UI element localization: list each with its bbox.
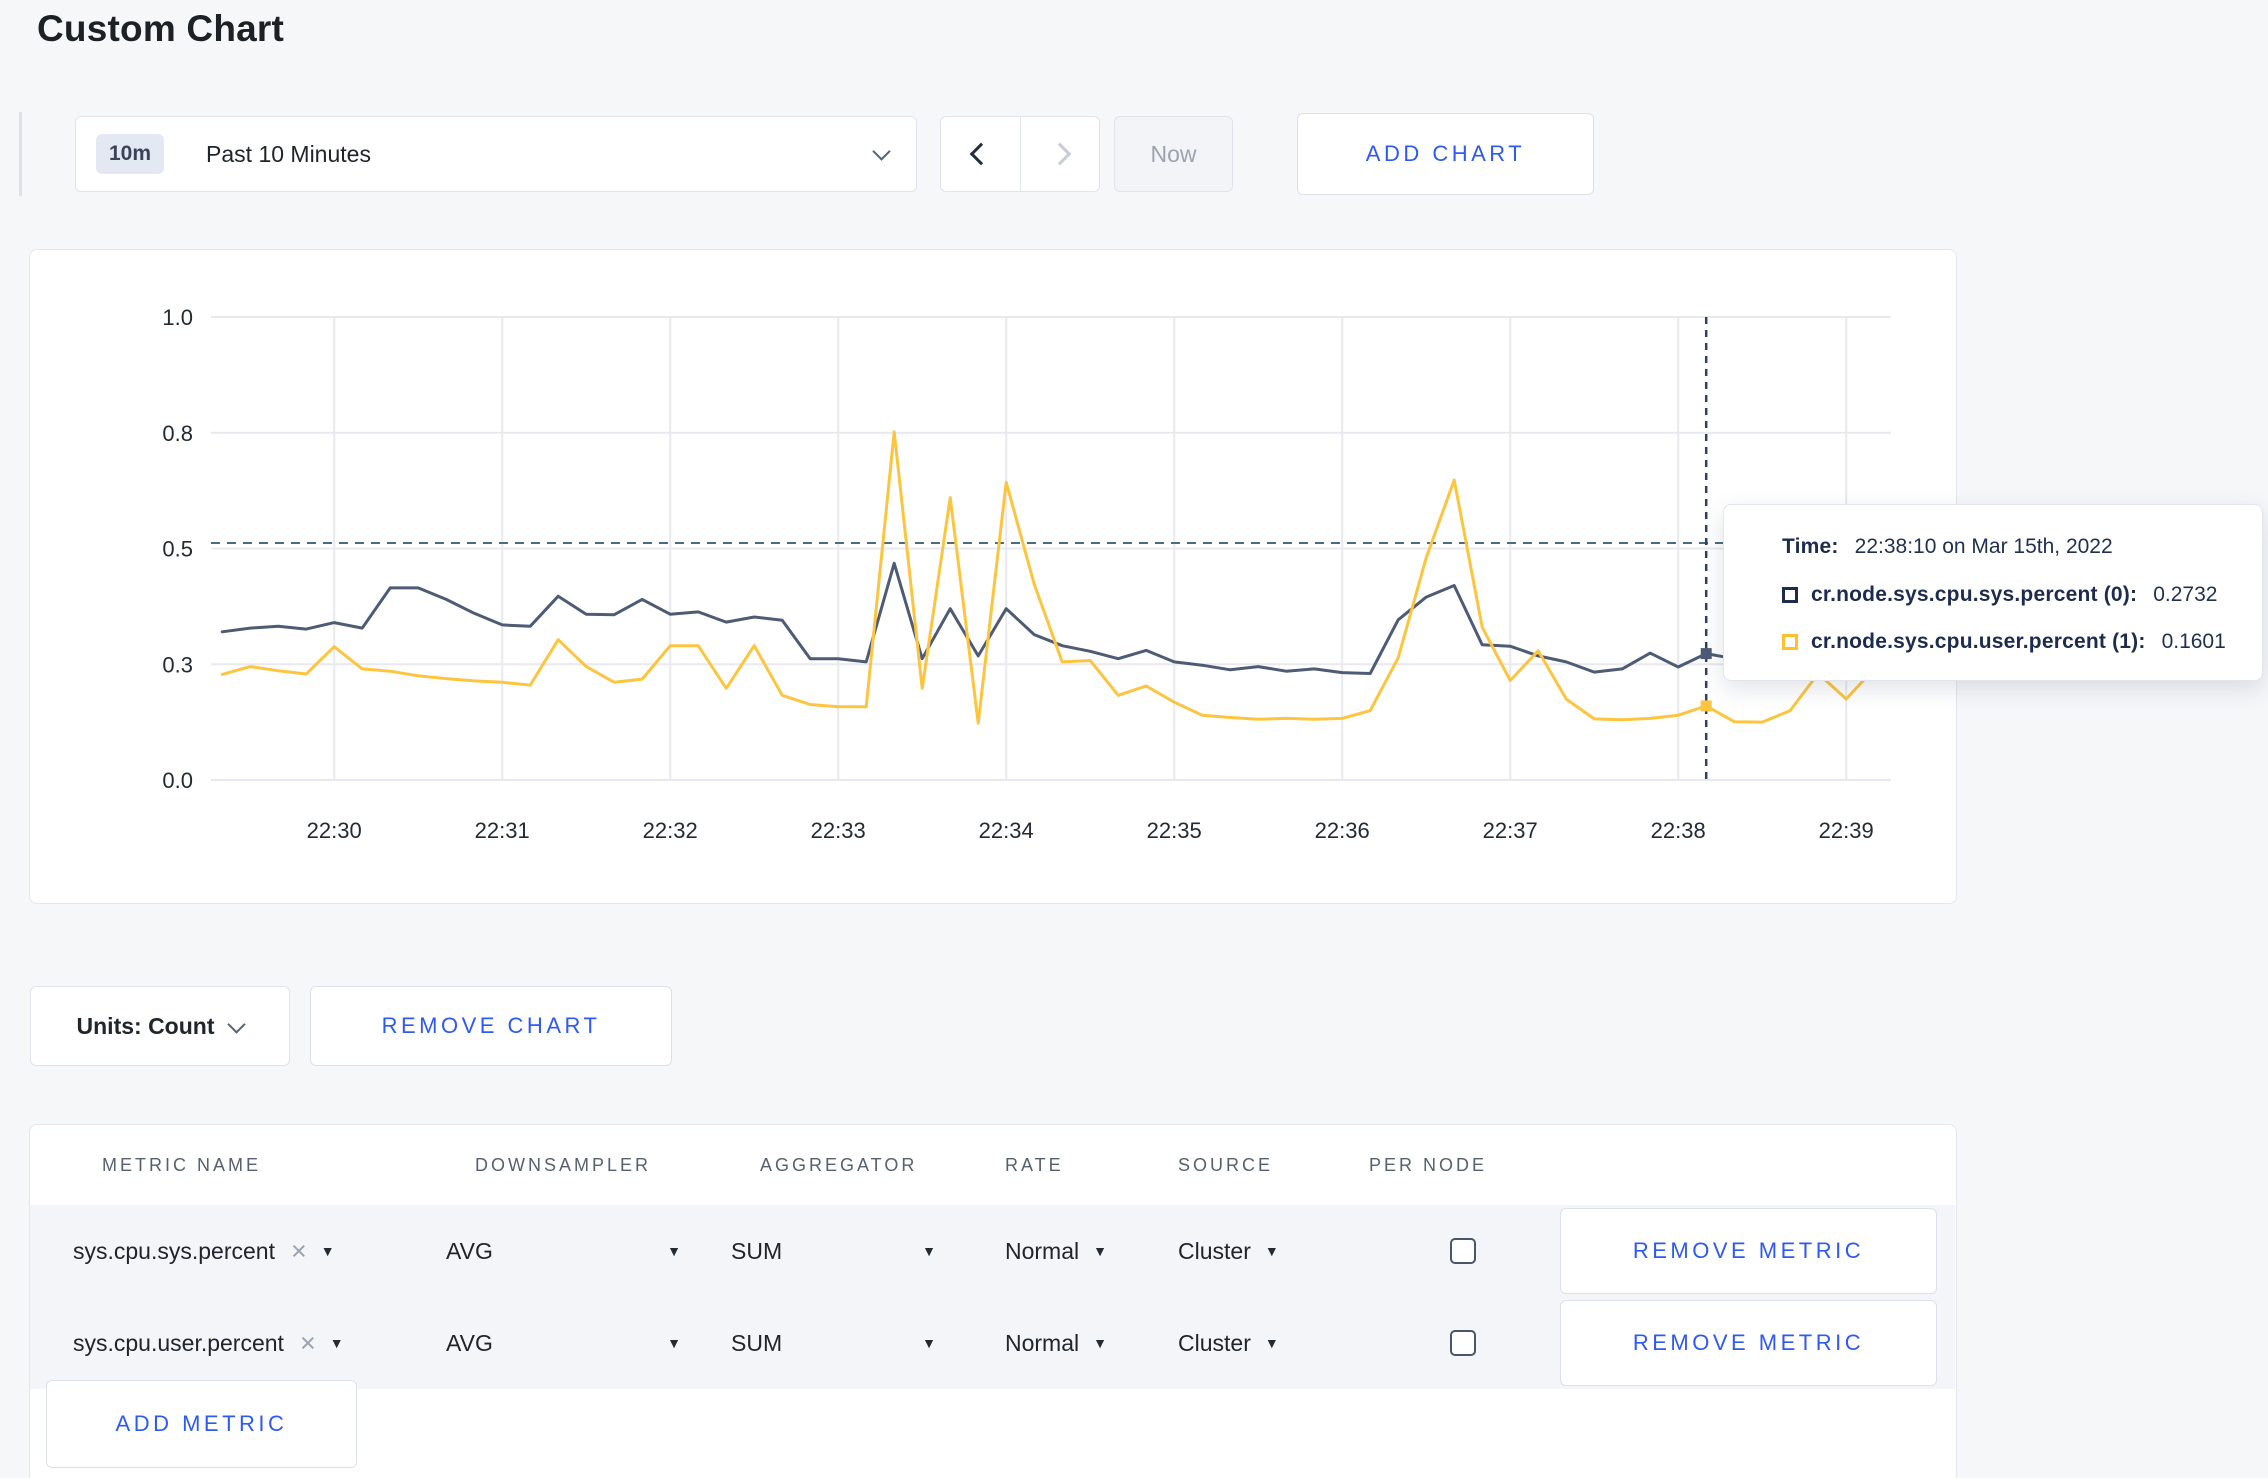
toolbar-accent-bar <box>19 112 22 196</box>
source-dropdown[interactable]: Cluster ▼ <box>1178 1205 1279 1297</box>
add-metric-button[interactable]: ADD METRIC <box>46 1380 357 1468</box>
tooltip-time-label: Time: <box>1782 535 1839 558</box>
downsampler-value: AVG <box>446 1329 493 1356</box>
downsampler-value: AVG <box>446 1237 493 1264</box>
user-percent-swatch-icon <box>1782 634 1798 650</box>
header-downsampler: DOWNSAMPLER <box>475 1154 652 1175</box>
source-value: Cluster <box>1178 1237 1251 1264</box>
metric-name-dropdown[interactable]: sys.cpu.sys.percent × ▼ <box>73 1205 433 1297</box>
time-range-badge: 10m <box>96 134 165 174</box>
rate-dropdown[interactable]: Normal ▼ <box>1005 1205 1107 1297</box>
aggregator-dropdown[interactable]: SUM ▼ <box>731 1297 936 1389</box>
svg-text:22:30: 22:30 <box>307 818 362 843</box>
time-range-select[interactable]: 10m Past 10 Minutes <box>75 116 917 192</box>
caret-down-icon: ▼ <box>1264 1335 1279 1351</box>
svg-text:1.0: 1.0 <box>162 305 193 330</box>
cpu-percent-chart[interactable]: 0.0 0.3 0.5 0.8 1.0 22:30 22:31 22:32 22:33 22:34… <box>30 250 1955 902</box>
svg-text:22:32: 22:32 <box>643 818 698 843</box>
svg-text:22:35: 22:35 <box>1147 818 1202 843</box>
source-value: Cluster <box>1178 1329 1251 1356</box>
header-rate: RATE <box>1005 1154 1064 1175</box>
per-node-cell <box>1450 1297 1476 1389</box>
remove-metric-button[interactable]: REMOVE METRIC <box>1560 1208 1937 1294</box>
table-row: sys.cpu.user.percent × ▼ AVG ▼ SUM ▼ Nor… <box>30 1297 1955 1389</box>
svg-text:22:36: 22:36 <box>1315 818 1370 843</box>
page-title: Custom Chart <box>37 8 285 49</box>
chart-hover-tooltip: Time: 22:38:10 on Mar 15th, 2022 cr.node… <box>1723 504 2263 681</box>
chart-card: 0.0 0.3 0.5 0.8 1.0 22:30 22:31 22:32 22:33 22:34… <box>29 249 1957 904</box>
aggregator-value: SUM <box>731 1329 783 1356</box>
aggregator-dropdown[interactable]: SUM ▼ <box>731 1205 936 1297</box>
per-node-checkbox[interactable] <box>1450 1330 1476 1356</box>
time-pager <box>940 116 1100 192</box>
downsampler-dropdown[interactable]: AVG ▼ <box>446 1205 681 1297</box>
chevron-down-icon <box>227 1014 247 1034</box>
svg-text:22:38: 22:38 <box>1651 818 1706 843</box>
caret-down-icon: ▼ <box>922 1243 936 1259</box>
add-chart-button[interactable]: ADD CHART <box>1297 113 1594 195</box>
svg-text:0.3: 0.3 <box>162 652 193 677</box>
header-metric-name: METRIC NAME <box>102 1154 261 1175</box>
units-select[interactable]: Units: Count <box>30 986 290 1066</box>
next-range-button[interactable] <box>1020 117 1099 191</box>
caret-down-icon: ▼ <box>1264 1243 1279 1259</box>
header-per-node: PER NODE <box>1369 1154 1488 1175</box>
metric-name-text: sys.cpu.user.percent <box>73 1329 284 1356</box>
metric-name-text: sys.cpu.sys.percent <box>73 1237 275 1264</box>
tooltip-series-row: cr.node.sys.cpu.sys.percent (0): 0.2732 <box>1782 583 2226 607</box>
tooltip-time-row: Time: 22:38:10 on Mar 15th, 2022 <box>1782 535 2226 559</box>
tooltip-series-label: cr.node.sys.cpu.user.percent (1): <box>1811 630 2146 653</box>
chevron-down-icon <box>872 141 891 161</box>
rate-dropdown[interactable]: Normal ▼ <box>1005 1297 1107 1389</box>
tooltip-series-value: 0.2732 <box>2153 582 2218 606</box>
caret-down-icon: ▼ <box>1093 1335 1107 1351</box>
svg-text:22:31: 22:31 <box>475 818 530 843</box>
remove-metric-x-icon[interactable]: × <box>291 1237 307 1265</box>
caret-down-icon: ▼ <box>667 1335 681 1351</box>
header-source: SOURCE <box>1178 1154 1274 1175</box>
svg-text:0.0: 0.0 <box>162 768 193 793</box>
caret-down-icon: ▼ <box>320 1243 335 1259</box>
tooltip-series-row: cr.node.sys.cpu.user.percent (1): 0.1601 <box>1782 630 2226 654</box>
prev-range-button[interactable] <box>941 117 1020 191</box>
chevron-left-icon <box>969 142 992 166</box>
caret-down-icon: ▼ <box>667 1243 681 1259</box>
caret-down-icon: ▼ <box>329 1335 344 1351</box>
chevron-right-icon <box>1048 142 1072 166</box>
tooltip-series-label: cr.node.sys.cpu.sys.percent (0): <box>1811 582 2138 606</box>
aggregator-value: SUM <box>731 1237 783 1264</box>
rate-value: Normal <box>1005 1329 1080 1356</box>
remove-chart-button[interactable]: REMOVE CHART <box>310 986 672 1066</box>
tooltip-series-value: 0.1601 <box>2161 630 2226 653</box>
header-aggregator: AGGREGATOR <box>760 1154 918 1175</box>
time-range-label: Past 10 Minutes <box>206 140 371 167</box>
table-row: sys.cpu.sys.percent × ▼ AVG ▼ SUM ▼ Norm… <box>30 1205 1955 1297</box>
tooltip-time-value: 22:38:10 on Mar 15th, 2022 <box>1854 535 2113 558</box>
svg-text:22:34: 22:34 <box>979 818 1034 843</box>
svg-text:22:33: 22:33 <box>811 818 866 843</box>
source-dropdown[interactable]: Cluster ▼ <box>1178 1297 1279 1389</box>
caret-down-icon: ▼ <box>1093 1243 1107 1259</box>
per-node-cell <box>1450 1205 1476 1297</box>
svg-text:0.8: 0.8 <box>162 421 193 446</box>
remove-metric-button[interactable]: REMOVE METRIC <box>1560 1300 1937 1386</box>
rate-value: Normal <box>1005 1237 1080 1264</box>
downsampler-dropdown[interactable]: AVG ▼ <box>446 1297 681 1389</box>
remove-metric-x-icon[interactable]: × <box>300 1329 316 1357</box>
metric-name-dropdown[interactable]: sys.cpu.user.percent × ▼ <box>73 1297 433 1389</box>
units-label: Units: Count <box>76 1012 215 1039</box>
svg-text:0.5: 0.5 <box>162 537 193 562</box>
per-node-checkbox[interactable] <box>1450 1238 1476 1264</box>
caret-down-icon: ▼ <box>922 1335 936 1351</box>
svg-text:22:39: 22:39 <box>1819 818 1874 843</box>
svg-text:22:37: 22:37 <box>1483 818 1538 843</box>
sys-percent-swatch-icon <box>1782 586 1798 603</box>
now-button[interactable]: Now <box>1114 116 1233 192</box>
